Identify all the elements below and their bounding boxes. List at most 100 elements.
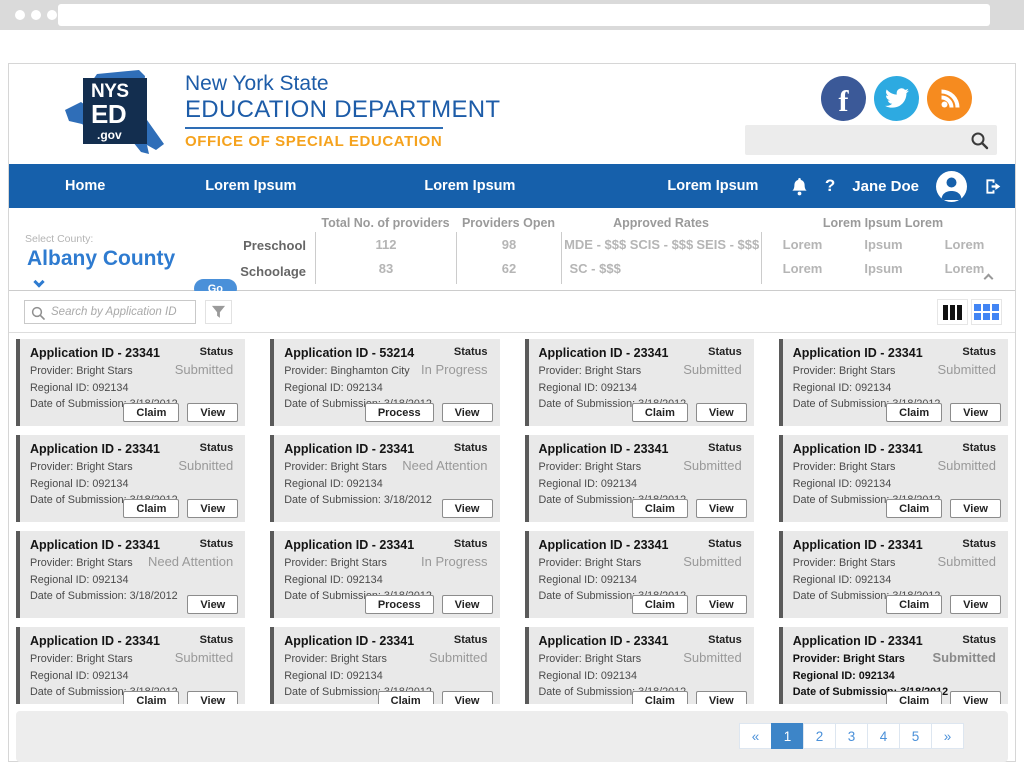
status-value: Subnitted (178, 458, 233, 473)
claim-button[interactable]: Claim (886, 595, 942, 614)
search-icon[interactable] (970, 131, 989, 150)
nav-item-lorem-ipsum-1[interactable]: Lorem Ipsum (205, 178, 296, 194)
stat-value: Lorem (762, 237, 843, 252)
page-button-4[interactable]: 4 (867, 723, 900, 749)
claim-button[interactable]: Claim (123, 691, 179, 704)
filter-icon (211, 305, 226, 319)
view-button[interactable]: View (696, 691, 747, 704)
logout-icon[interactable] (984, 178, 1003, 195)
card-buttons: Claim View (123, 691, 238, 704)
page-button-3[interactable]: 3 (835, 723, 868, 749)
view-button[interactable]: View (950, 595, 1001, 614)
stat-value: 112 (316, 237, 456, 252)
search-icon (31, 306, 45, 320)
nav-item-lorem-ipsum-3[interactable]: Lorem Ipsum (667, 178, 758, 194)
claim-button[interactable]: Claim (886, 691, 942, 704)
claim-button[interactable]: Claim (886, 403, 942, 422)
claim-button[interactable]: Claim (632, 499, 688, 518)
stat-value: Lorem (762, 261, 843, 276)
view-button[interactable]: View (187, 403, 238, 422)
view-button[interactable]: View (187, 691, 238, 704)
browser-address-bar[interactable] (58, 4, 990, 26)
grid-view-icon (974, 304, 999, 320)
view-button[interactable]: View (442, 691, 493, 704)
status-label: Status (962, 634, 996, 646)
stat-value: 62 (457, 261, 561, 276)
application-card: Application ID - 23341 Provider: Bright … (270, 531, 499, 618)
bell-icon[interactable] (791, 177, 808, 196)
twitter-icon[interactable] (874, 76, 919, 121)
view-button[interactable]: View (442, 595, 493, 614)
prev-page-button[interactable]: « (739, 723, 772, 749)
card-grid: Application ID - 23341 Provider: Bright … (16, 339, 1008, 704)
regional-id: Regional ID: 092134 (793, 478, 1000, 490)
page-button-1[interactable]: 1 (771, 723, 804, 749)
next-page-button[interactable]: » (931, 723, 964, 749)
stat-value: 83 (316, 261, 456, 276)
application-search-input[interactable] (51, 301, 191, 323)
view-button[interactable]: View (696, 499, 747, 518)
application-search-box (24, 300, 196, 324)
rss-icon[interactable] (927, 76, 972, 121)
stat-column-header: Total No. of providers (315, 208, 456, 232)
view-button[interactable]: View (187, 499, 238, 518)
card-buttons: View (187, 595, 238, 614)
view-button[interactable]: View (950, 499, 1001, 518)
stat-value: SEIS - $$$ (695, 237, 761, 252)
user-name: Jane Doe (852, 178, 919, 195)
stat-column: Lorem Ipsum LoremLoremIpsumLoremLoremIps… (761, 208, 1005, 290)
regional-id: Regional ID: 092134 (284, 670, 491, 682)
stat-value: Lorem (924, 237, 1005, 252)
regional-id: Regional ID: 092134 (284, 574, 491, 586)
status-value: Submitted (683, 554, 742, 569)
claim-button[interactable]: Claim (632, 691, 688, 704)
filter-button[interactable] (205, 300, 232, 324)
claim-button[interactable]: Claim (632, 403, 688, 422)
page-button-2[interactable]: 2 (803, 723, 836, 749)
grid-view-button[interactable] (971, 299, 1002, 325)
regional-id: Regional ID: 092134 (30, 670, 237, 682)
nysed-logo-box: NYS ED .gov (83, 78, 147, 144)
main-nav: Home Lorem Ipsum Lorem Ipsum Lorem Ipsum ? … (9, 164, 1015, 208)
view-button[interactable]: View (442, 499, 493, 518)
site-search-input[interactable] (753, 125, 967, 155)
card-buttons: Process View (365, 595, 493, 614)
application-card: Application ID - 23341 Provider: Bright … (270, 435, 499, 522)
claim-button[interactable]: Claim (886, 499, 942, 518)
facebook-icon[interactable]: f (821, 76, 866, 121)
view-button[interactable]: View (696, 595, 747, 614)
status-label: Status (962, 538, 996, 550)
nav-item-lorem-ipsum-2[interactable]: Lorem Ipsum (424, 178, 515, 194)
stat-value: Ipsum (843, 237, 924, 252)
list-view-button[interactable] (937, 299, 968, 325)
nav-item-home[interactable]: Home (65, 178, 105, 194)
stats-panel: Select County: Albany County Go Preschoo… (9, 208, 1015, 291)
view-button[interactable]: View (187, 595, 238, 614)
view-button[interactable]: View (696, 403, 747, 422)
claim-button[interactable]: Claim (378, 691, 434, 704)
help-icon[interactable]: ? (825, 176, 835, 196)
claim-button[interactable]: Claim (123, 403, 179, 422)
collapse-stats-button[interactable] (981, 269, 999, 283)
user-avatar[interactable] (936, 171, 967, 202)
view-button[interactable]: View (950, 691, 1001, 704)
process-button[interactable]: Process (365, 595, 434, 614)
claim-button[interactable]: Claim (123, 499, 179, 518)
page-container: NYS ED .gov New York State EDUCATION DEP… (8, 63, 1016, 762)
regional-id: Regional ID: 092134 (539, 382, 746, 394)
page-button-5[interactable]: 5 (899, 723, 932, 749)
view-button[interactable]: View (442, 403, 493, 422)
nysed-logo: NYS ED .gov (61, 68, 169, 161)
stat-value: MDE - $$$ (562, 237, 628, 252)
claim-button[interactable]: Claim (632, 595, 688, 614)
view-button[interactable]: View (950, 403, 1001, 422)
application-card: Application ID - 23341 Provider: Bright … (525, 531, 754, 618)
status-value: Submitted (175, 362, 234, 377)
status-label: Status (708, 634, 742, 646)
status-label: Status (200, 538, 234, 550)
stat-row-label: Schoolage (240, 264, 306, 279)
card-buttons: Claim View (886, 595, 1001, 614)
status-value: In Progress (421, 554, 487, 569)
process-button[interactable]: Process (365, 403, 434, 422)
nav-right: ? Jane Doe (791, 164, 1003, 208)
